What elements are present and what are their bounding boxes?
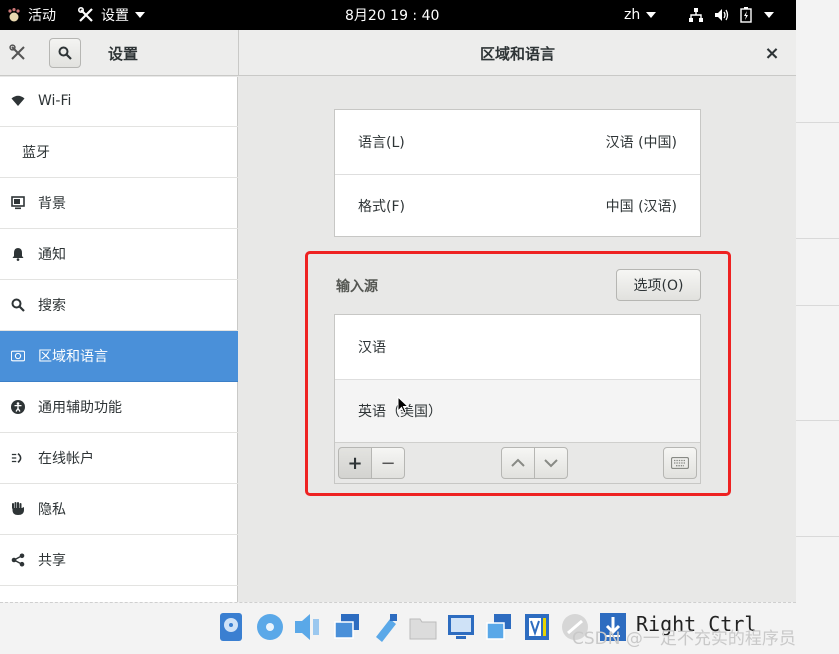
hard-disk-icon[interactable] (216, 611, 246, 643)
video-capture-icon[interactable] (484, 611, 514, 643)
chevron-down-icon (764, 12, 774, 18)
network-wired-icon (689, 8, 703, 22)
language-label: 语言(L) (358, 135, 405, 151)
language-row[interactable]: 语言(L) 汉语 (中国) (335, 110, 700, 174)
sidebar-item-background[interactable]: 背景 (0, 178, 238, 229)
audio-icon[interactable] (293, 611, 323, 643)
display-icon[interactable] (446, 611, 476, 643)
sidebar-item-search[interactable]: 搜索 (0, 280, 238, 331)
top-bar: 活动 设置 8月20 19 : 40 zh (0, 0, 796, 30)
app-menu[interactable]: 设置 (78, 0, 145, 30)
activities-button[interactable]: 活动 (6, 0, 56, 30)
close-button[interactable]: × (760, 42, 784, 64)
online-accounts-icon (11, 451, 25, 465)
sidebar-item-label: 通知 (38, 247, 66, 263)
highlight-annotation-box (305, 251, 731, 496)
sidebar-item-label: 通用辅助功能 (38, 400, 122, 416)
chevron-down-icon (135, 12, 145, 18)
accessibility-icon (11, 400, 25, 414)
bell-icon (11, 247, 25, 261)
share-icon (11, 553, 25, 567)
volume-icon (715, 9, 729, 21)
cpu-icon[interactable] (522, 611, 552, 643)
sidebar-title: 设置 (108, 44, 139, 63)
gnome-foot-icon (8, 8, 20, 22)
desktop-background (796, 0, 839, 654)
language-value: 汉语 (中国) (605, 135, 677, 151)
system-menu[interactable] (688, 0, 774, 30)
search-icon (58, 46, 72, 60)
sidebar-item-label: Wi-Fi (38, 93, 72, 109)
language-label: zh (624, 7, 641, 23)
formats-row[interactable]: 格式(F) 中国 (汉语) (335, 175, 700, 237)
sidebar-item-sharing[interactable]: 共享 (0, 535, 238, 586)
clock[interactable]: 8月20 19 : 40 (345, 0, 439, 30)
hand-icon (11, 502, 25, 516)
usb-icon[interactable] (370, 611, 400, 643)
sidebar-item-online-accounts[interactable]: 在线帐户 (0, 433, 238, 484)
sidebar-item-accessibility[interactable]: 通用辅助功能 (0, 382, 238, 433)
window-title: 区域和语言 (479, 44, 555, 63)
sidebar-item-label: 区域和语言 (38, 349, 108, 365)
app-menu-label: 设置 (101, 8, 129, 24)
sidebar-item-label: 搜索 (38, 298, 66, 314)
optical-drive-icon[interactable] (255, 611, 285, 643)
region-icon (11, 349, 25, 363)
monitor-icon (11, 196, 25, 210)
sidebar-item-label: 共享 (38, 553, 66, 569)
battery-icon (740, 7, 752, 23)
formats-value: 中国 (汉语) (605, 199, 677, 215)
sidebar-item-notifications[interactable]: 通知 (0, 229, 238, 280)
sidebar-item-label: 背景 (38, 196, 66, 212)
tools-button[interactable] (8, 42, 28, 64)
formats-label: 格式(F) (358, 199, 405, 215)
search-icon (11, 298, 25, 312)
sidebar-item-bluetooth[interactable]: 蓝牙 (0, 127, 238, 178)
sidebar-item-label: 蓝牙 (22, 145, 50, 161)
sidebar-item-privacy[interactable]: 隐私 (0, 484, 238, 535)
language-indicator[interactable]: zh (624, 0, 657, 30)
sidebar-item-label: 在线帐户 (38, 451, 94, 467)
sidebar-item-region-language[interactable]: 区域和语言 (0, 331, 238, 382)
sidebar-item-label: 隐私 (38, 502, 66, 518)
shared-folder-icon[interactable] (408, 611, 438, 643)
sidebar-item-wifi[interactable]: Wi-Fi (0, 76, 238, 127)
wifi-icon (11, 94, 25, 108)
search-button[interactable] (49, 38, 81, 68)
tools-icon (9, 44, 25, 60)
chevron-down-icon (646, 12, 657, 18)
network-icon[interactable] (332, 611, 362, 643)
tools-icon (78, 7, 93, 22)
activities-label: 活动 (28, 8, 56, 24)
locale-panel: 语言(L) 汉语 (中国) 格式(F) 中国 (汉语) (334, 109, 701, 237)
watermark: CSDN @一足不充实的程序员 (572, 629, 796, 649)
header-bar: 设置 区域和语言 × (0, 30, 796, 76)
